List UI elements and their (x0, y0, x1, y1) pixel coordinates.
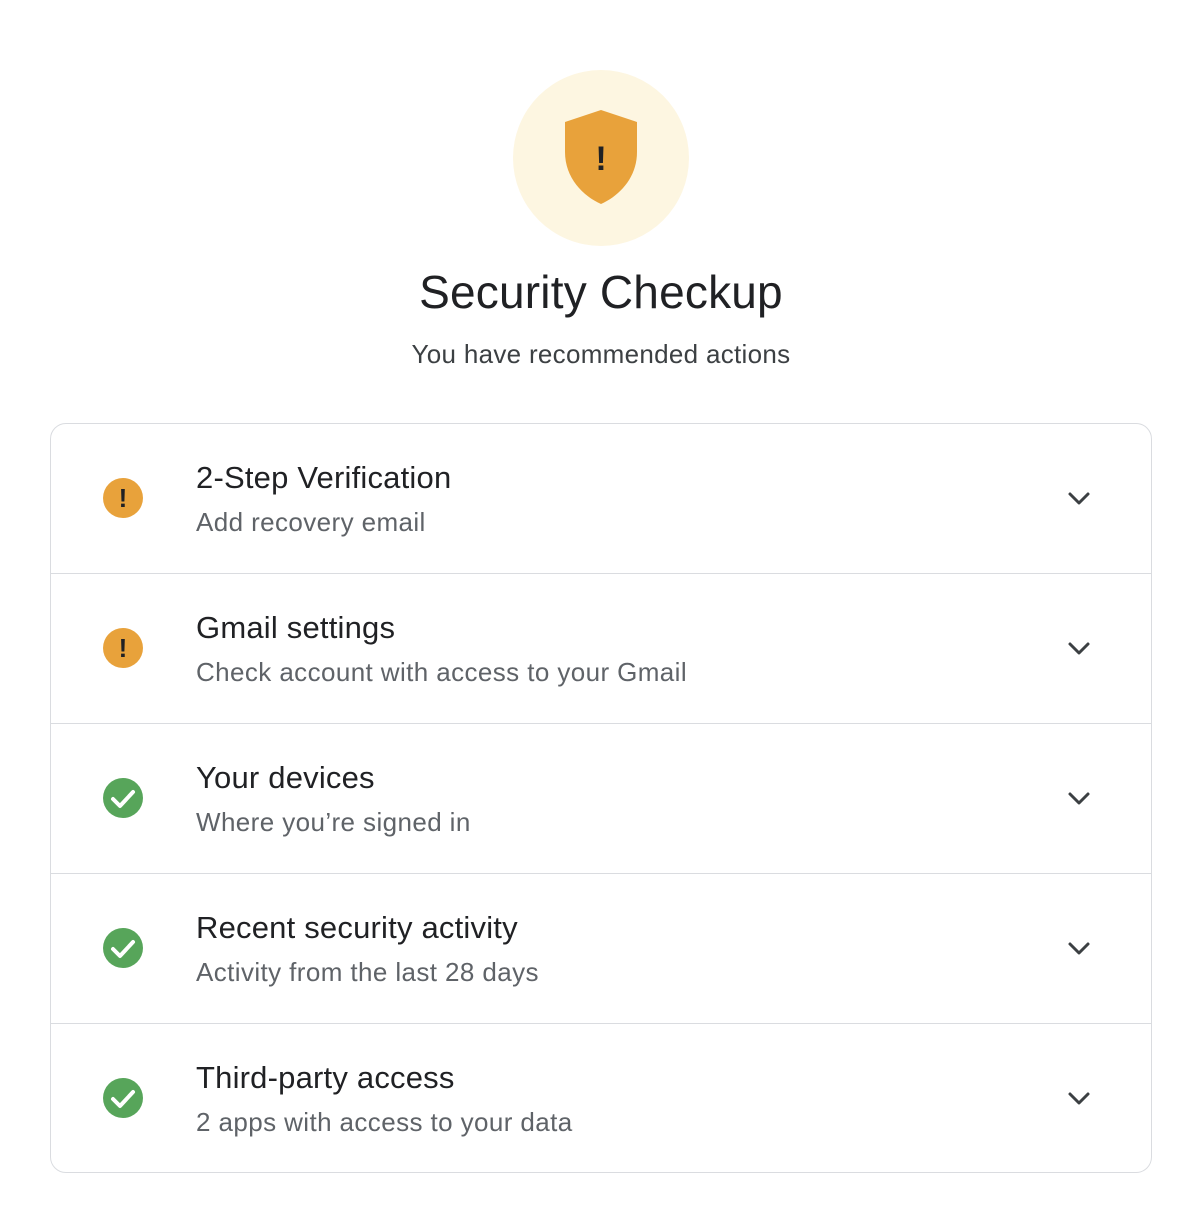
checkup-item-your-devices[interactable]: Your devices Where you’re signed in (51, 724, 1151, 874)
warning-mark: ! (119, 483, 128, 513)
chevron-down-icon[interactable] (1064, 934, 1094, 964)
hero-badge: ! (513, 70, 689, 246)
check-circle-icon (103, 778, 143, 818)
warning-circle-icon: ! (103, 478, 143, 518)
checkup-item-subtitle: 2 apps with access to your data (196, 1107, 573, 1137)
checkup-item-recent-security-activity[interactable]: Recent security activity Activity from t… (51, 874, 1151, 1024)
checkup-item-title: Gmail settings (196, 610, 396, 645)
page-subtitle: You have recommended actions (411, 339, 791, 369)
checkup-item-gmail-settings[interactable]: ! Gmail settings Check account with acce… (51, 574, 1151, 724)
page-title: Security Checkup (419, 266, 783, 318)
checkup-item-subtitle: Check account with access to your Gmail (196, 657, 688, 687)
checkup-item-subtitle: Add recovery email (196, 507, 426, 537)
checkup-item-title: Third-party access (196, 1060, 455, 1095)
chevron-down-icon[interactable] (1064, 784, 1094, 814)
checkup-item-title: Recent security activity (196, 910, 518, 945)
checkup-item-2-step-verification[interactable]: ! 2-Step Verification Add recovery email (51, 424, 1151, 574)
shield-mark: ! (595, 140, 606, 178)
check-circle-icon (103, 1078, 143, 1118)
chevron-down-icon[interactable] (1064, 1084, 1094, 1114)
warning-circle-icon: ! (103, 628, 143, 668)
warning-mark: ! (119, 633, 128, 663)
check-circle-icon (103, 928, 143, 968)
shield-warning-icon: ! (565, 110, 637, 204)
chevron-down-icon[interactable] (1064, 634, 1094, 664)
checkup-item-third-party-access[interactable]: Third-party access 2 apps with access to… (51, 1024, 1151, 1172)
chevron-down-icon[interactable] (1064, 484, 1094, 514)
checkup-item-title: Your devices (196, 760, 375, 795)
checkup-item-subtitle: Where you’re signed in (196, 807, 471, 837)
checkup-item-title: 2-Step Verification (196, 460, 452, 495)
checkup-item-subtitle: Activity from the last 28 days (196, 957, 539, 987)
checkup-list: ! 2-Step Verification Add recovery email… (50, 423, 1152, 1173)
